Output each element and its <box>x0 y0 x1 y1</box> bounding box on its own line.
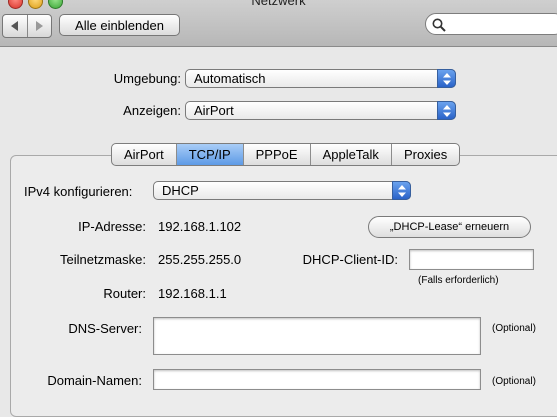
location-label: Umgebung: <box>113 71 181 86</box>
show-all-button[interactable]: Alle einblenden <box>59 14 180 36</box>
tab-bar: AirPort TCP/IP PPPoE AppleTalk Proxies <box>111 143 461 166</box>
tab-proxies[interactable]: Proxies <box>390 144 459 165</box>
tab-appletalk[interactable]: AppleTalk <box>309 144 391 165</box>
ip-value: 192.168.1.102 <box>158 219 242 234</box>
show-label: Anzeigen: <box>123 103 181 118</box>
show-popup[interactable]: AirPort <box>185 101 456 120</box>
ipv4-label: IPv4 konfigurieren: <box>24 184 133 199</box>
search-field[interactable] <box>425 13 557 35</box>
subnet-value: 255.255.255.0 <box>158 252 242 267</box>
tab-pppoe[interactable]: PPPoE <box>242 144 310 165</box>
popup-arrows-icon <box>437 101 456 120</box>
window-title: Netzwerk <box>251 0 306 8</box>
popup-arrows-icon <box>392 181 411 200</box>
forward-button[interactable] <box>26 15 52 37</box>
domains-label: Domain-Namen: <box>47 373 142 388</box>
location-popup[interactable]: Automatisch <box>185 69 456 88</box>
ip-label: IP-Adresse: <box>78 219 146 234</box>
popup-arrows-icon <box>437 69 456 88</box>
client-id-label: DHCP-Client-ID: <box>302 252 398 267</box>
renew-dhcp-lease-button[interactable]: „DHCP-Lease“ erneuern <box>368 216 531 238</box>
router-label: Router: <box>103 286 146 301</box>
dns-server-field[interactable] <box>153 317 481 355</box>
domain-names-field[interactable] <box>153 369 481 390</box>
back-button[interactable] <box>3 15 27 37</box>
tab-airport[interactable]: AirPort <box>112 144 176 165</box>
domains-hint: (Optional) <box>492 376 536 387</box>
subnet-label: Teilnetzmaske: <box>60 252 146 267</box>
ipv4-popup[interactable]: DHCP <box>153 181 411 200</box>
router-value: 192.168.1.1 <box>158 286 227 301</box>
client-id-hint: (Falls erforderlich) <box>418 275 499 286</box>
back-forward-control <box>2 14 52 38</box>
dns-hint: (Optional) <box>492 323 536 334</box>
tab-tcp-ip[interactable]: TCP/IP <box>175 144 243 165</box>
dns-label: DNS-Server: <box>68 321 142 336</box>
ipv4-value: DHCP <box>162 183 199 198</box>
search-icon <box>432 18 446 32</box>
triangle-right-icon <box>36 21 44 31</box>
window-toolbar: Netzwerk Alle einblenden <box>0 0 557 47</box>
triangle-left-icon <box>10 21 18 31</box>
location-value: Automatisch <box>194 71 266 86</box>
show-value: AirPort <box>194 103 234 118</box>
client-id-field[interactable] <box>409 249 534 270</box>
